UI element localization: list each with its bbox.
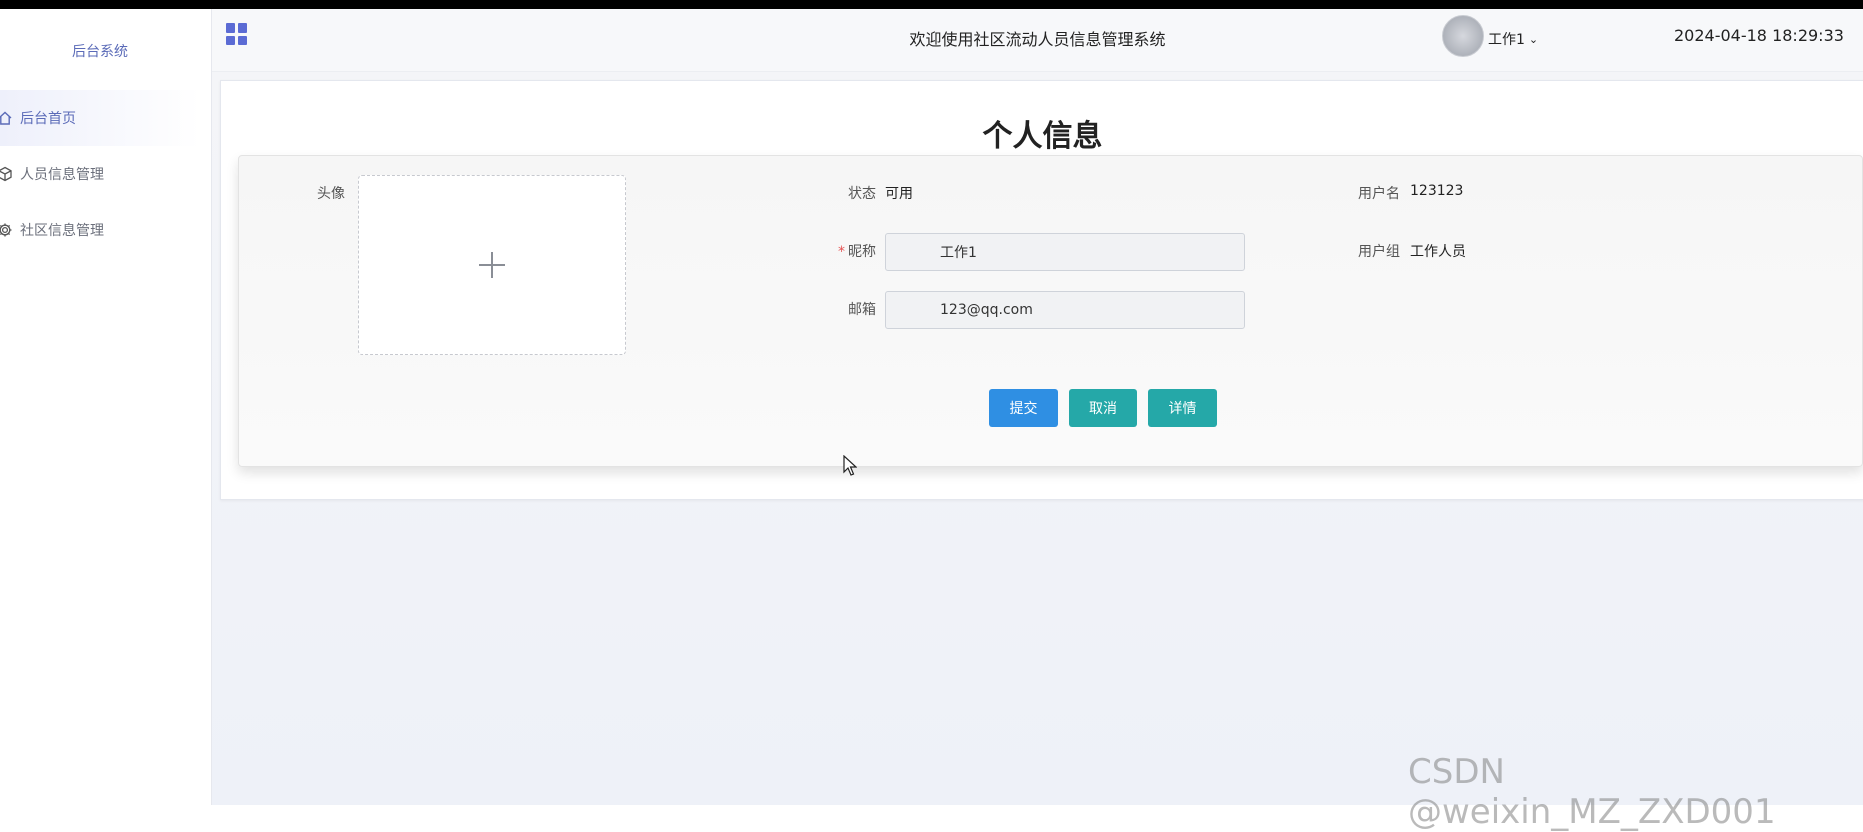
sidebar-item-label: 社区信息管理 <box>20 223 104 239</box>
profile-card: 头像 状态 可用 * 昵称 工作1 邮箱 123@qq.com 用户名 12312… <box>238 155 1863 467</box>
username-value: 123123 <box>1410 183 1464 199</box>
username-label: 用户名 <box>1358 186 1400 202</box>
sidebar-brand: 后台系统 <box>72 44 128 60</box>
avatar-label: 头像 <box>317 186 345 202</box>
email-input[interactable]: 123@qq.com <box>885 291 1245 329</box>
gear-icon <box>0 221 14 239</box>
home-icon <box>0 109 14 127</box>
sidebar-item-label: 人员信息管理 <box>20 167 104 183</box>
cube-icon <box>0 165 14 183</box>
nickname-label-text: 昵称 <box>848 244 876 260</box>
nickname-input[interactable]: 工作1 <box>885 233 1245 271</box>
user-menu[interactable]: 工作1 ⌄ <box>1488 29 1538 49</box>
top-header: 欢迎使用社区流动人员信息管理系统 工作1 ⌄ 2024-04-18 18:29:… <box>212 9 1863 72</box>
mouse-cursor-icon <box>843 455 857 476</box>
profile-panel: 个人信息 头像 状态 可用 * 昵称 工作1 邮箱 123@qq.com 用户名 … <box>220 80 1863 500</box>
avatar-uploader[interactable] <box>358 175 626 355</box>
plus-icon <box>479 252 505 278</box>
sidebar-item-home[interactable]: 后台首页 <box>0 90 200 146</box>
chevron-down-icon: ⌄ <box>1528 32 1539 46</box>
sidebar: 后台系统 后台首页 人员信息管理 社区信息管理 <box>0 9 212 805</box>
avatar[interactable] <box>1442 15 1484 57</box>
sidebar-item-community[interactable]: 社区信息管理 <box>0 202 200 258</box>
page-title: 个人信息 <box>982 119 1103 154</box>
datetime: 2024-04-18 18:29:33 <box>1674 26 1844 45</box>
group-label: 用户组 <box>1358 244 1400 260</box>
cancel-button[interactable]: 取消 <box>1069 389 1137 427</box>
sidebar-item-label: 后台首页 <box>20 111 76 127</box>
nickname-label: * 昵称 <box>816 241 876 261</box>
watermark: CSDN @weixin_MZ_ZXD001 <box>1408 752 1776 832</box>
detail-button[interactable]: 详情 <box>1148 389 1217 427</box>
top-border <box>0 0 1863 9</box>
sidebar-item-people[interactable]: 人员信息管理 <box>0 146 200 202</box>
user-name: 工作1 <box>1488 32 1525 48</box>
status-value: 可用 <box>885 186 913 202</box>
app-title: 欢迎使用社区流动人员信息管理系统 <box>909 30 1166 49</box>
status-label: 状态 <box>848 186 876 202</box>
required-mark: * <box>838 244 845 260</box>
submit-button[interactable]: 提交 <box>989 389 1058 427</box>
main-content: 个人信息 头像 状态 可用 * 昵称 工作1 邮箱 123@qq.com 用户名 … <box>212 72 1863 805</box>
group-value: 工作人员 <box>1410 244 1466 260</box>
email-label: 邮箱 <box>848 302 876 318</box>
